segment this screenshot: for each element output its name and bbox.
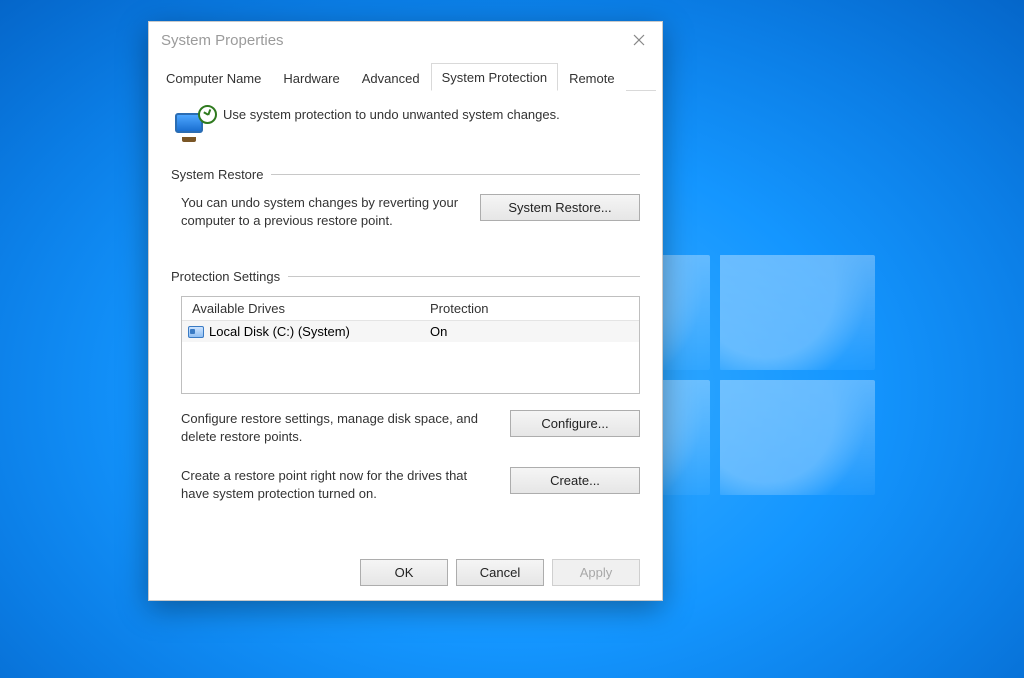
create-text: Create a restore point right now for the… — [181, 467, 492, 502]
group-heading-text: Protection Settings — [171, 269, 280, 284]
rule — [271, 174, 640, 175]
tab-advanced[interactable]: Advanced — [351, 64, 431, 91]
group-heading-protection-settings: Protection Settings — [171, 269, 640, 284]
restore-row: You can undo system changes by reverting… — [181, 194, 640, 229]
cancel-button[interactable]: Cancel — [456, 559, 544, 586]
tab-remote[interactable]: Remote — [558, 64, 626, 91]
configure-text: Configure restore settings, manage disk … — [181, 410, 492, 445]
configure-row: Configure restore settings, manage disk … — [181, 410, 640, 445]
restore-text: You can undo system changes by reverting… — [181, 194, 462, 229]
group-heading-system-restore: System Restore — [171, 167, 640, 182]
ok-button[interactable]: OK — [360, 559, 448, 586]
intro-text: Use system protection to undo unwanted s… — [223, 105, 560, 122]
window-title: System Properties — [161, 32, 284, 49]
configure-button[interactable]: Configure... — [510, 410, 640, 437]
group-heading-text: System Restore — [171, 167, 263, 182]
listview-header: Available Drives Protection — [182, 297, 639, 321]
listview-row[interactable]: Local Disk (C:) (System) On — [182, 321, 639, 342]
create-button[interactable]: Create... — [510, 467, 640, 494]
close-button[interactable] — [616, 22, 662, 58]
tab-computer-name[interactable]: Computer Name — [155, 64, 272, 91]
system-properties-dialog: System Properties Computer Name Hardware… — [148, 21, 663, 601]
col-protection: Protection — [430, 301, 489, 316]
apply-button[interactable]: Apply — [552, 559, 640, 586]
system-protection-icon — [175, 105, 215, 145]
dialog-footer: OK Cancel Apply — [360, 559, 640, 586]
tab-system-protection[interactable]: System Protection — [431, 63, 559, 91]
drive-protection: On — [430, 324, 447, 339]
drive-name: Local Disk (C:) (System) — [209, 324, 350, 339]
intro-block: Use system protection to undo unwanted s… — [175, 105, 640, 145]
rule — [288, 276, 640, 277]
tab-body: Use system protection to undo unwanted s… — [149, 91, 662, 524]
col-available-drives: Available Drives — [192, 301, 430, 316]
drives-listview[interactable]: Available Drives Protection Local Disk (… — [181, 296, 640, 394]
tab-hardware[interactable]: Hardware — [272, 64, 350, 91]
close-icon — [633, 34, 645, 46]
system-restore-button[interactable]: System Restore... — [480, 194, 640, 221]
titlebar[interactable]: System Properties — [149, 22, 662, 58]
tab-strip: Computer Name Hardware Advanced System P… — [155, 62, 656, 91]
drive-icon — [188, 326, 204, 338]
create-row: Create a restore point right now for the… — [181, 467, 640, 502]
